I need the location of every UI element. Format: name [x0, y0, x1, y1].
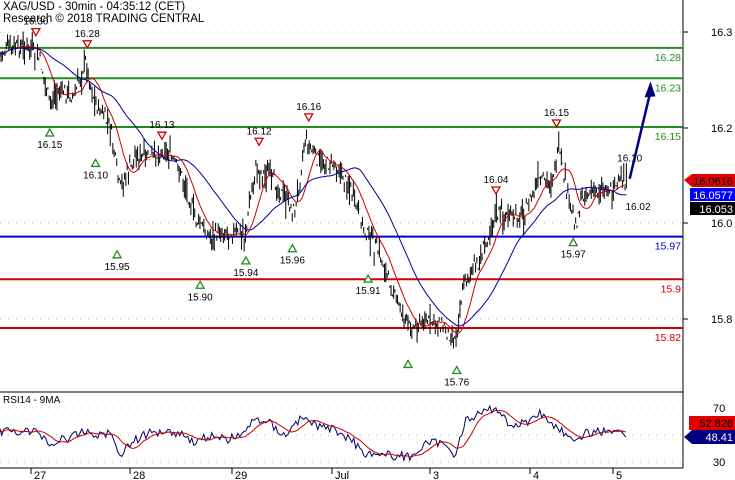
x-tick-label: 28	[133, 470, 145, 480]
swing-high-label: 16.13	[149, 120, 174, 131]
target-label: 16.10	[617, 153, 642, 164]
level-label: 15.9	[661, 283, 682, 295]
swing-high-label: 16.12	[247, 126, 272, 137]
swing-low-marker	[451, 365, 462, 375]
fast-moving-average	[0, 45, 627, 335]
swing-low-marker	[568, 237, 579, 247]
y-tick-label: 15.8	[711, 314, 732, 326]
last-value-label: 16.0577	[693, 190, 733, 202]
x-tick-label: 5	[616, 470, 622, 480]
swing-high-marker	[30, 28, 41, 37]
last-value-label: 16.0616	[693, 176, 733, 188]
swing-low-marker	[287, 243, 298, 253]
swing-high-label: 16.16	[296, 102, 321, 113]
chart-title: XAG/USD - 30min - 04:35:12 (CET)	[3, 1, 186, 13]
x-tick-label: 27	[34, 470, 46, 480]
x-tick-label: 29	[235, 470, 247, 480]
swing-low-label: 15.95	[105, 262, 130, 273]
rsi-value: 48.41	[705, 432, 733, 444]
x-tick-label: 4	[533, 470, 539, 480]
swing-low-label: 15.91	[356, 286, 381, 297]
swing-low-label: 15.96	[280, 256, 305, 267]
swing-high-label: 16.04	[483, 175, 508, 186]
swing-high-marker	[156, 131, 168, 141]
level-label: 16.28	[655, 52, 681, 64]
rsi-tick-label: 70	[713, 403, 725, 415]
swing-low-marker	[44, 127, 55, 137]
swing-high-marker	[551, 119, 562, 129]
last-value-label: 16.053	[699, 204, 733, 216]
rsi-tick-label: 30	[713, 457, 725, 469]
swing-high-marker	[82, 40, 93, 50]
rsi-ma-value: 52.826	[699, 418, 733, 430]
swing-high-label: 16.28	[75, 29, 100, 40]
swing-high-marker	[253, 137, 265, 147]
swing-low-label: 15.94	[233, 268, 258, 279]
swing-low-marker	[90, 158, 101, 168]
rsi-title: RSI14 - 9MA	[3, 395, 61, 406]
y-tick-label: 16.0	[711, 218, 732, 230]
swing-low-marker	[195, 279, 206, 289]
swing-low-marker	[402, 359, 414, 369]
slow-moving-average	[0, 47, 627, 327]
x-tick-label: 3	[433, 470, 439, 480]
x-tick-label: Jul	[335, 470, 349, 480]
y-tick-label: 16.3	[711, 27, 732, 39]
level-label: 15.82	[655, 332, 681, 344]
level-label: 16.23	[655, 82, 681, 94]
chart-container: 16.316.216.015.8705030272829Jul34516.281…	[0, 0, 735, 480]
swing-high-label: 16.15	[544, 108, 569, 119]
swing-low-label: 16.10	[83, 170, 108, 181]
swing-high-marker	[303, 113, 314, 123]
level-label: 16.15	[655, 131, 681, 143]
swing-low-label: 16.15	[37, 140, 62, 151]
swing-low-label: 15.97	[561, 250, 586, 261]
swing-low-label: 15.76	[444, 378, 469, 389]
forecast-arrow	[628, 91, 652, 180]
swing-low-marker	[111, 249, 123, 259]
copyright: Research © 2018 TRADING CENTRAL	[3, 13, 205, 25]
price-chart[interactable]: 16.316.216.015.8705030272829Jul34516.281…	[0, 0, 735, 480]
y-tick-label: 16.2	[711, 123, 732, 135]
target-label: 16.02	[625, 202, 650, 213]
swing-high-marker	[490, 186, 502, 196]
level-label: 15.97	[655, 241, 681, 253]
swing-low-marker	[240, 255, 252, 265]
swing-low-label: 15.90	[188, 292, 213, 303]
